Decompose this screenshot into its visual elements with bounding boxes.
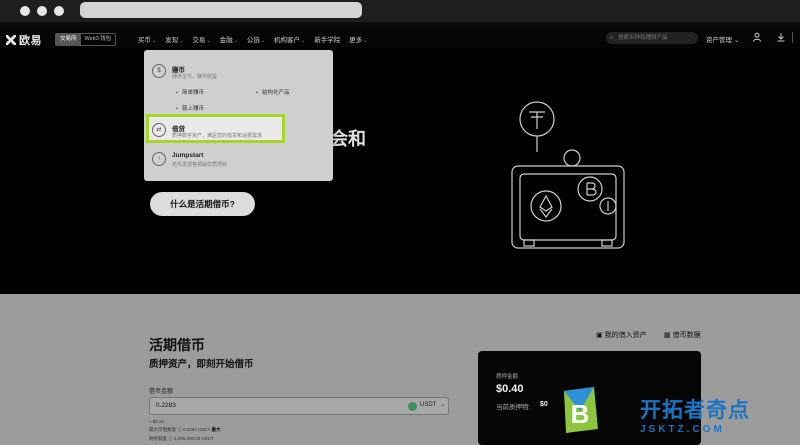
currency-select[interactable]: USDT — [420, 402, 436, 408]
hero-title: 会和 — [330, 129, 366, 149]
menu-item-label: 发现 — [165, 37, 179, 44]
chevron-down-icon: ⌄ — [363, 38, 368, 44]
rocket-icon: ↑ — [152, 152, 166, 166]
exchange-wallet-toggle: 交易所 Web3 钱包 — [55, 33, 117, 46]
max-button[interactable]: 最大 — [211, 427, 220, 432]
toggle-exchange[interactable]: 交易所 — [56, 34, 81, 45]
finance-dropdown-menu: $ 赚币 持币生币，赚币收益 简单赚币 结构化产品 链上赚币 ⇄ 借贷 质押数字… — [144, 50, 333, 181]
address-bar[interactable] — [80, 2, 362, 18]
remaining-quota-row: 剩余额度 ⓘ 3,395,000.00 USDT — [149, 436, 214, 442]
menu-item-discover[interactable]: 发现⌄ — [165, 34, 183, 44]
menu-item-label: 交易 — [192, 37, 206, 44]
toggle-web3-wallet[interactable]: Web3 钱包 — [81, 34, 116, 45]
amount-usd-equivalent: ≈ $0.22 — [149, 419, 164, 424]
watermark-name: 开拓者奇点 — [640, 399, 750, 422]
remaining-quota-label: 剩余额度 — [149, 436, 167, 441]
wallet-icon: ▣ — [596, 332, 603, 339]
menu-item-label: 买币 — [138, 37, 151, 44]
menu-item-label: 更多 — [349, 37, 363, 44]
vault-crypto-illustration — [511, 101, 625, 249]
max-borrow-row: 最大可借数量 ⓘ 0.2283 USDT 最大 — [149, 427, 220, 433]
menu-item-buy[interactable]: 买币⌄ — [138, 34, 156, 44]
loan-data-label: 借币数据 — [672, 332, 701, 339]
dropdown-item-desc: 抢先发现各领域优质项目 — [172, 162, 228, 168]
current-collateral-value: $0 — [540, 401, 548, 408]
search-icon: ⌕ — [610, 35, 614, 41]
okx-logo[interactable]: 欧易 — [6, 32, 42, 48]
menu-item-more[interactable]: 更多⌄ — [349, 34, 367, 44]
dropdown-subitem-simple-earn[interactable]: 简单赚币 — [176, 88, 204, 96]
loan-data-link[interactable]: ▦ 借币数据 — [664, 330, 701, 340]
menu-item-finance[interactable]: 金融⌄ — [220, 34, 238, 44]
max-borrow-label: 最大可借数量 — [149, 427, 176, 432]
chevron-down-icon: ⌄ — [206, 38, 211, 44]
current-collateral-label: 当前质押物: — [496, 404, 531, 411]
collateral-label: 质押金额 — [496, 374, 519, 380]
dropdown-subitem-structured[interactable]: 结构化产品 — [256, 88, 290, 96]
menu-item-label: 公链 — [246, 37, 260, 44]
usdt-icon — [408, 402, 417, 411]
page-subtitle: 质押资产，即刻开始借币 — [149, 359, 254, 370]
asset-management-label: 资产管理 — [706, 37, 732, 44]
menu-item-chain[interactable]: 公链⌄ — [247, 34, 265, 44]
chevron-down-icon[interactable]: ⌄ — [440, 401, 445, 408]
top-nav: 欧易 交易所 Web3 钱包 买币⌄ 发现⌄ 交易⌄ 金融⌄ 公链⌄ 机构客户⌄… — [0, 27, 800, 49]
svg-text:B: B — [571, 399, 590, 429]
window-minimize-dot[interactable] — [37, 6, 47, 16]
collateral-value: $0.40 — [496, 383, 524, 395]
window-maximize-dot[interactable] — [54, 6, 64, 16]
browser-titlebar — [0, 0, 800, 22]
chevron-down-icon: ⌄ — [179, 38, 184, 44]
download-icon[interactable] — [776, 32, 786, 42]
chevron-down-icon: ⌄ — [260, 38, 266, 44]
asset-management-menu[interactable]: 资产管理 ⌄ — [706, 34, 739, 44]
max-borrow-value: 0.2283 USDT — [183, 427, 211, 432]
menu-item-label: 机构客户 — [274, 37, 301, 44]
info-icon: ⓘ — [168, 436, 173, 441]
remaining-quota-value: 3,395,000.00 USDT — [174, 436, 214, 441]
chevron-down-icon: ⌄ — [233, 38, 238, 44]
menu-item-academy[interactable]: 新手学院 — [314, 34, 340, 44]
coin-stack-icon: $ — [152, 64, 166, 78]
window-close-dot[interactable] — [20, 6, 30, 16]
nav-divider — [792, 32, 793, 43]
hero-banner — [0, 49, 800, 294]
dropdown-subitem-onchain-earn[interactable]: 链上赚币 — [176, 104, 204, 112]
amount-label: 借币金额 — [149, 389, 174, 395]
search-input[interactable]: ⌕ 搜索币种和理财产品 — [606, 32, 698, 44]
dropdown-item-desc: 质押数字资产，满足您的借贷和消费需求 — [172, 133, 263, 139]
amount-input[interactable]: 0.2283 USDT ⌄ — [149, 397, 449, 415]
dropdown-item-title: Jumpstart — [172, 152, 204, 159]
my-loans-label: 我的借入资产 — [604, 332, 647, 339]
logo-text: 欧易 — [19, 35, 42, 47]
chevron-down-icon: ⌄ — [152, 38, 157, 44]
main-menu: 买币⌄ 发现⌄ 交易⌄ 金融⌄ 公链⌄ 机构客户⌄ 新手学院 更多⌄ — [138, 34, 367, 44]
dropdown-item-desc: 持币生币，赚币收益 — [172, 74, 218, 80]
chevron-down-icon: ⌄ — [301, 38, 306, 44]
amount-value: 0.2283 — [156, 402, 176, 409]
menu-item-trade[interactable]: 交易⌄ — [192, 34, 210, 44]
logo-icon — [6, 35, 16, 45]
search-placeholder: 搜索币种和理财产品 — [618, 35, 668, 41]
what-is-flexible-loan-button[interactable]: 什么是活期借币? — [150, 192, 255, 216]
menu-item-institutions[interactable]: 机构客户⌄ — [274, 34, 305, 44]
menu-item-label: 金融 — [219, 37, 233, 44]
chart-icon: ▦ — [664, 332, 671, 339]
watermark-url: JSKTZ.COM — [640, 424, 725, 435]
hand-coin-icon: ⇄ — [152, 123, 166, 137]
user-icon[interactable] — [752, 32, 762, 42]
page-title: 活期借币 — [149, 337, 205, 353]
chevron-down-icon: ⌄ — [733, 37, 740, 44]
menu-item-label: 新手学院 — [314, 37, 341, 44]
watermark-logo-icon: B — [564, 387, 598, 433]
info-icon: ⓘ — [177, 427, 182, 432]
my-loans-link[interactable]: ▣ 我的借入资产 — [596, 330, 647, 340]
